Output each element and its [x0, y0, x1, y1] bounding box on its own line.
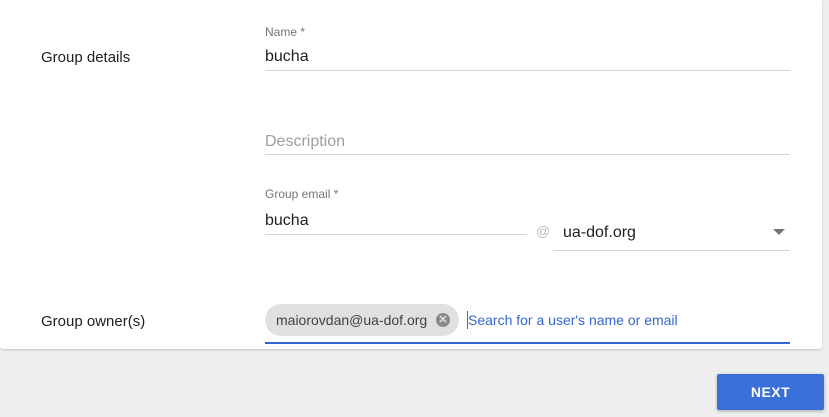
- owner-search-focus-underline: [265, 342, 790, 344]
- group-owners-label: Group owner(s): [41, 313, 146, 330]
- remove-chip-icon[interactable]: ✕: [436, 313, 450, 327]
- group-details-label: Group details: [41, 49, 131, 66]
- group-email-label: Group email *: [265, 187, 339, 201]
- owner-chip-label: maiorovdan@ua-dof.org: [276, 312, 428, 328]
- domain-select-underline: [553, 250, 790, 251]
- owner-chip: maiorovdan@ua-dof.org ✕: [265, 304, 459, 336]
- name-field[interactable]: Name * bucha: [265, 24, 790, 74]
- owner-search-input[interactable]: Search for a user's name or email: [468, 312, 678, 328]
- at-sign: @: [536, 223, 551, 239]
- domain-select-value: ua-dof.org: [563, 224, 636, 241]
- group-form-card: Group details Name * bucha Description G…: [0, 0, 822, 349]
- description-field[interactable]: Description: [265, 120, 790, 160]
- description-placeholder: Description: [265, 133, 346, 150]
- description-field-underline: [265, 154, 790, 155]
- domain-select[interactable]: ua-dof.org: [553, 218, 790, 252]
- name-field-underline: [265, 70, 790, 71]
- name-field-label: Name *: [265, 25, 306, 39]
- group-email-value[interactable]: bucha: [265, 212, 309, 230]
- name-field-value[interactable]: bucha: [265, 48, 309, 66]
- chevron-down-icon: [773, 229, 785, 235]
- group-email-field[interactable]: Group email * bucha: [265, 186, 527, 238]
- next-button[interactable]: NEXT: [717, 374, 824, 410]
- group-email-underline: [265, 234, 527, 235]
